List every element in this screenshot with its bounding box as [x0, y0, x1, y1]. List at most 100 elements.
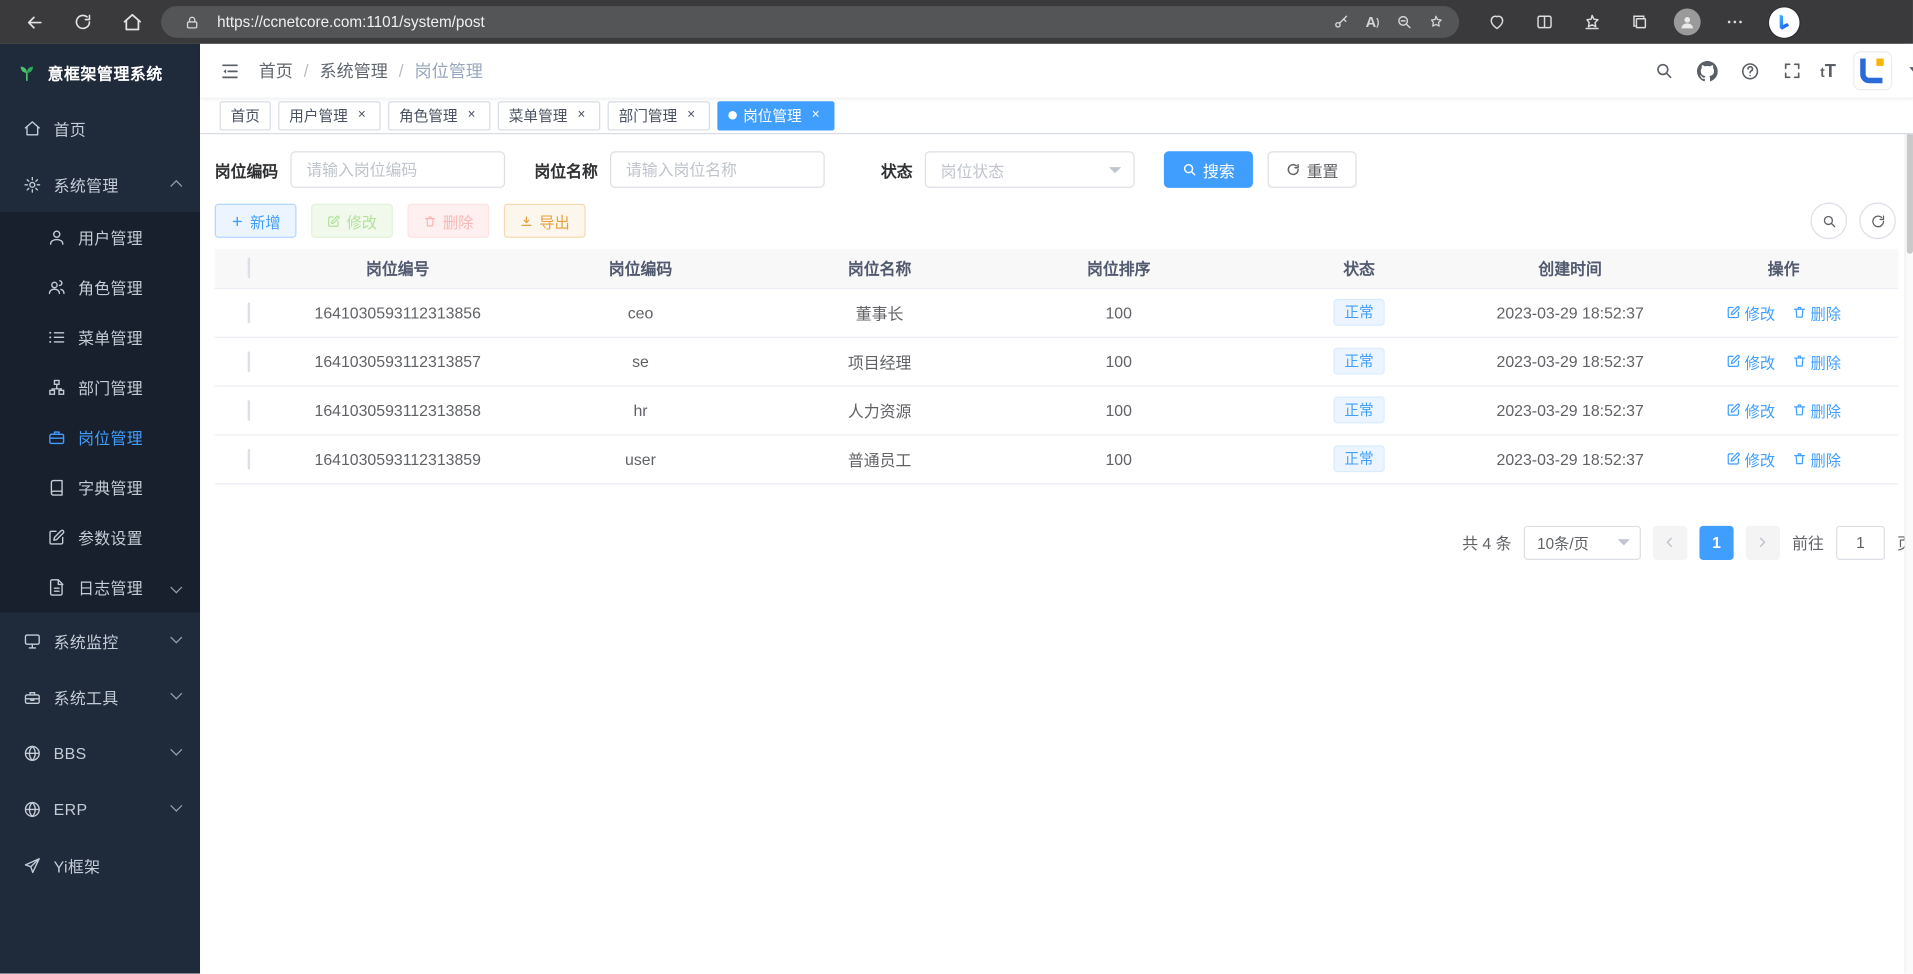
- browser-profile-avatar[interactable]: [1674, 9, 1701, 36]
- content: 岗位编码 岗位名称 状态 岗位状态 搜索 重置: [200, 134, 1913, 574]
- github-icon[interactable]: [1692, 56, 1721, 85]
- page-size-select[interactable]: 10条/页: [1524, 525, 1641, 559]
- menu-collapse-icon[interactable]: [210, 51, 249, 90]
- search-icon[interactable]: [1649, 56, 1678, 85]
- tab-close-icon[interactable]: [354, 107, 370, 123]
- tab-close-icon[interactable]: [573, 107, 589, 123]
- sidebar-group-log-management[interactable]: 日志管理: [0, 562, 200, 612]
- row-checkbox[interactable]: [248, 302, 250, 323]
- more-options-icon[interactable]: [1721, 9, 1748, 36]
- gear-icon: [23, 175, 41, 193]
- split-screen-icon[interactable]: [1531, 9, 1558, 36]
- table-row[interactable]: 1641030593112313859 user 普通员工 100 正常 202…: [215, 434, 1899, 483]
- tab-close-icon[interactable]: [464, 107, 480, 123]
- reset-button[interactable]: 重置: [1268, 151, 1357, 188]
- sidebar-item-post-management[interactable]: 岗位管理: [0, 412, 200, 462]
- monitor-icon: [23, 631, 41, 649]
- table-row[interactable]: 1641030593112313856 ceo 董事长 100 正常 2023-…: [215, 288, 1899, 337]
- sidebar-item-home[interactable]: 首页: [0, 100, 200, 156]
- row-edit-link[interactable]: 修改: [1726, 447, 1775, 470]
- avatar-dropdown-caret-icon[interactable]: [1909, 67, 1913, 74]
- row-checkbox[interactable]: [248, 351, 250, 372]
- browser-home-button[interactable]: [112, 5, 151, 39]
- sidebar-group-system-monitoring[interactable]: 系统监控: [0, 612, 200, 668]
- sidebar-item-parameter-settings[interactable]: 参数设置: [0, 512, 200, 562]
- breadcrumb-item-system[interactable]: 系统管理: [320, 59, 388, 83]
- tab-label: 岗位管理: [743, 105, 802, 126]
- chevron-down-icon: [1109, 167, 1121, 173]
- vertical-scrollbar[interactable]: [1904, 44, 1913, 974]
- tab-close-icon[interactable]: [683, 107, 699, 123]
- row-edit-link[interactable]: 修改: [1726, 398, 1775, 421]
- user-avatar[interactable]: [1854, 52, 1891, 89]
- page-number-1[interactable]: 1: [1699, 525, 1733, 559]
- post-code-input[interactable]: [290, 151, 505, 188]
- row-checkbox[interactable]: [248, 400, 250, 421]
- sidebar-item-department-management[interactable]: 部门管理: [0, 362, 200, 412]
- help-icon[interactable]: [1735, 56, 1764, 85]
- read-aloud-icon[interactable]: A): [1357, 9, 1389, 36]
- row-delete-link[interactable]: 删除: [1792, 301, 1841, 324]
- lock-icon[interactable]: [176, 9, 208, 36]
- fullscreen-icon[interactable]: [1778, 56, 1807, 85]
- delete-button[interactable]: 删除: [408, 204, 490, 238]
- table-row[interactable]: 1641030593112313858 hr 人力资源 100 正常 2023-…: [215, 386, 1899, 435]
- add-favorite-star-icon[interactable]: [1420, 9, 1452, 36]
- sidebar-item-dictionary-management[interactable]: 字典管理: [0, 462, 200, 512]
- row-delete-link[interactable]: 删除: [1792, 350, 1841, 373]
- address-bar[interactable]: https://ccnetcore.com:1101/system/post A…: [161, 6, 1459, 38]
- browser-essentials-icon[interactable]: [1484, 9, 1511, 36]
- column-header-status: 状态: [1247, 249, 1471, 288]
- sidebar-group-system-tools[interactable]: 系统工具: [0, 669, 200, 725]
- favorites-hub-icon[interactable]: [1579, 9, 1606, 36]
- sidebar-group-bbs[interactable]: BBS: [0, 725, 200, 781]
- status-badge: 正常: [1333, 348, 1384, 375]
- app-logo[interactable]: 意框架管理系统: [0, 44, 200, 100]
- row-delete-link[interactable]: 删除: [1792, 447, 1841, 470]
- tab-department-management[interactable]: 部门管理: [608, 101, 710, 130]
- tab-user-management[interactable]: 用户管理: [278, 101, 380, 130]
- tab-close-icon[interactable]: [808, 107, 824, 123]
- url-text[interactable]: https://ccnetcore.com:1101/system/post: [217, 13, 1325, 30]
- row-delete-link[interactable]: 删除: [1792, 398, 1841, 421]
- next-page-button[interactable]: [1746, 525, 1780, 559]
- zoom-out-icon[interactable]: [1388, 9, 1420, 36]
- edit-icon: [1726, 305, 1741, 320]
- tab-menu-management[interactable]: 菜单管理: [498, 101, 600, 130]
- bing-icon[interactable]: [1769, 7, 1800, 38]
- password-key-icon[interactable]: [1325, 9, 1357, 36]
- row-edit-link[interactable]: 修改: [1726, 350, 1775, 373]
- refresh-table-button[interactable]: [1859, 203, 1896, 240]
- toggle-search-button[interactable]: [1810, 203, 1847, 240]
- sidebar-item-user-management[interactable]: 用户管理: [0, 212, 200, 262]
- sidebar-item-menu-management[interactable]: 菜单管理: [0, 312, 200, 362]
- sidebar-item-role-management[interactable]: 角色管理: [0, 262, 200, 312]
- sidebar-group-erp[interactable]: ERP: [0, 781, 200, 837]
- edit-button[interactable]: 修改: [311, 204, 393, 238]
- tab-post-management[interactable]: 岗位管理: [717, 101, 834, 130]
- prev-page-button[interactable]: [1653, 525, 1687, 559]
- sidebar-group-system-management[interactable]: 系统管理: [0, 156, 200, 212]
- post-name-input[interactable]: [610, 151, 825, 188]
- toolbox-icon: [23, 687, 41, 705]
- breadcrumb-item-home[interactable]: 首页: [259, 59, 293, 83]
- screen: https://ccnetcore.com:1101/system/post A…: [0, 0, 1913, 974]
- row-checkbox[interactable]: [248, 448, 250, 469]
- sidebar-item-yi-framework[interactable]: Yi框架: [0, 837, 200, 893]
- row-edit-link[interactable]: 修改: [1726, 301, 1775, 324]
- dashboard-icon: [23, 119, 41, 137]
- browser-back-button[interactable]: [15, 5, 54, 39]
- tab-home[interactable]: 首页: [220, 101, 271, 130]
- browser-refresh-button[interactable]: [63, 5, 102, 39]
- table-row[interactable]: 1641030593112313857 se 项目经理 100 正常 2023-…: [215, 337, 1899, 386]
- select-all-checkbox[interactable]: [248, 258, 250, 279]
- export-button[interactable]: 导出: [504, 204, 586, 238]
- add-button[interactable]: 新增: [215, 204, 297, 238]
- goto-page-input[interactable]: [1836, 525, 1885, 559]
- search-button[interactable]: 搜索: [1164, 151, 1253, 188]
- font-size-icon[interactable]: tT: [1820, 60, 1836, 81]
- tab-role-management[interactable]: 角色管理: [388, 101, 490, 130]
- status-select[interactable]: 岗位状态: [925, 151, 1135, 188]
- status-badge: 正常: [1333, 299, 1384, 326]
- collections-icon[interactable]: [1626, 9, 1653, 36]
